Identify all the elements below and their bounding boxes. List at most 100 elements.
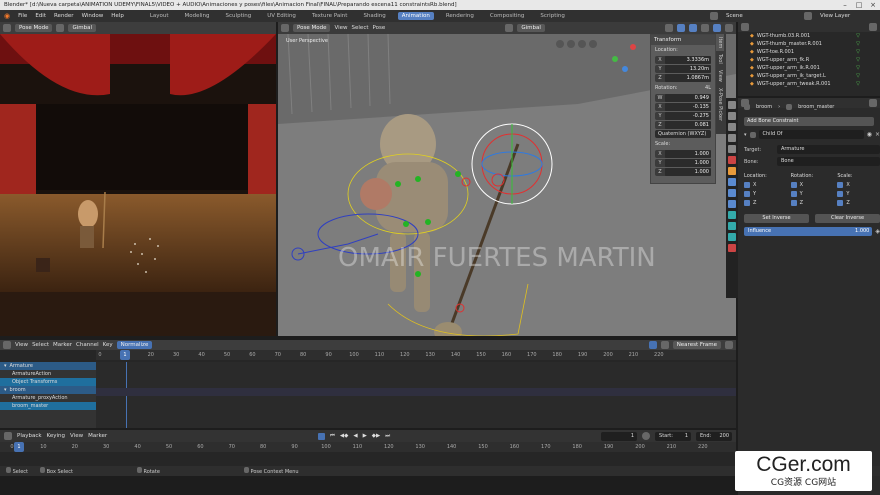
gizmo-y-icon[interactable] (612, 56, 618, 62)
bone-tab-icon[interactable] (728, 222, 736, 230)
collapse-icon[interactable]: ▾ (744, 132, 747, 138)
workspace-tab-modeling[interactable]: Modeling (181, 12, 214, 20)
outliner-row[interactable]: ◆ WGT-toe.R.001 ▽ (738, 48, 880, 56)
constraint-name-field[interactable]: Child Of (758, 130, 864, 139)
menu-view[interactable]: View (334, 25, 347, 31)
scale-x-checkbox[interactable]: X (837, 181, 880, 190)
eye-icon[interactable]: ◉ (867, 131, 872, 138)
location-y-checkbox[interactable]: Y (744, 190, 787, 199)
channel-broom[interactable]: ▾ broom (0, 386, 96, 394)
location-z-field[interactable]: Z 1.0867m (655, 74, 711, 82)
gizmo-z-icon[interactable] (622, 66, 628, 72)
location-x-field[interactable]: X 3.3336m (655, 56, 711, 64)
bone-constraint-tab-icon[interactable] (728, 233, 736, 241)
location-y-field[interactable]: Y 13.20m (655, 65, 711, 73)
world-tab-icon[interactable] (728, 156, 736, 164)
timeline-editor-icon[interactable] (4, 432, 12, 440)
dopesheet-menu-view[interactable]: View (15, 342, 28, 348)
prev-key-icon[interactable]: ◀◆ (340, 433, 348, 439)
camera-view-icon[interactable] (578, 40, 586, 48)
proportional-icon[interactable] (725, 341, 733, 349)
menu-file[interactable]: File (18, 13, 27, 19)
channel-armature-action[interactable]: ArmatureAction (0, 370, 96, 378)
workspace-tab-texture-paint[interactable]: Texture Paint (308, 12, 352, 20)
output-tab-icon[interactable] (728, 123, 736, 131)
navigation-gizmo[interactable] (608, 42, 644, 78)
workspace-tab-shading[interactable]: Shading (359, 12, 389, 20)
next-key-icon[interactable]: ◆▶ (372, 433, 380, 439)
workspace-tab-scripting[interactable]: Scripting (536, 12, 568, 20)
bone-field[interactable]: Bone (777, 157, 880, 166)
gizmo-icon[interactable] (677, 24, 686, 32)
location-x-checkbox[interactable]: X (744, 181, 787, 190)
end-frame-field[interactable]: End: 200 (696, 431, 733, 441)
normalize-toggle[interactable]: Normalize (116, 341, 153, 349)
render-tab-icon[interactable] (728, 112, 736, 120)
tab-xpose-picker[interactable]: X-Pose Picker (716, 85, 724, 124)
rotation-x-field[interactable]: X -0.135 (655, 103, 711, 111)
outliner-row[interactable]: ◆ WGT-thumb_master.R.001 ▽ (738, 40, 880, 48)
pose-mode-dropdown[interactable]: Pose Mode (293, 24, 331, 32)
outliner-row[interactable]: ◆ WGT-upper_arm_ik.R.001 ▽ (738, 64, 880, 72)
rotation-y-checkbox[interactable]: Y (790, 190, 834, 199)
left-orientation-dropdown[interactable]: Gimbal (68, 24, 97, 32)
minimize-icon[interactable]: – (838, 0, 852, 10)
shading-material-icon[interactable] (725, 24, 734, 32)
menu-help[interactable]: Help (111, 13, 124, 19)
workspace-tab-sculpting[interactable]: Sculpting (222, 12, 256, 20)
transform-orientation-icon[interactable] (505, 24, 514, 32)
camera-viewport[interactable]: Pose Mode Gimbal (0, 22, 276, 336)
scale-y-field[interactable]: Y 1.000 (655, 159, 711, 167)
menu-window[interactable]: Window (82, 13, 104, 19)
left-mode-dropdown[interactable]: Pose Mode (15, 24, 53, 32)
rotation-mode-dropdown[interactable]: Quaternion (WXYZ) (655, 130, 711, 138)
xray-icon[interactable] (701, 24, 710, 32)
view-layer-selector[interactable]: View Layer (820, 13, 880, 19)
menu-pose[interactable]: Pose (373, 25, 386, 31)
scene-selector[interactable]: Scene (726, 13, 796, 19)
gizmo-x-icon[interactable] (630, 44, 636, 50)
workspace-tab-rendering[interactable]: Rendering (442, 12, 478, 20)
workspace-tab-uv-editing[interactable]: UV Editing (263, 12, 300, 20)
close-icon[interactable]: × (866, 0, 880, 10)
filter-icon[interactable] (869, 23, 877, 31)
perspective-toggle-icon[interactable] (589, 40, 597, 48)
start-frame-field[interactable]: Start: 1 (655, 431, 692, 441)
dopesheet-keyframe-area[interactable] (96, 362, 736, 428)
menu-edit[interactable]: Edit (35, 13, 46, 19)
timeline-marker-menu[interactable]: Marker (88, 433, 107, 439)
workspace-tab-layout[interactable]: Layout (146, 12, 173, 20)
play-reverse-icon[interactable]: ◀ (353, 433, 357, 439)
orientation-dropdown[interactable]: Gimbal (517, 24, 545, 32)
record-icon[interactable] (317, 432, 325, 440)
object-tab-icon[interactable] (728, 167, 736, 175)
constraint-tab-icon[interactable] (728, 200, 736, 208)
timeline-ruler[interactable]: 0 10 20 30 40 50 60 70 80 90 100 110 120 130 140 150 160… (0, 442, 736, 452)
jump-start-icon[interactable]: ⏮ (330, 433, 335, 440)
add-bone-constraint-button[interactable]: Add Bone Constraint (744, 117, 874, 126)
workspace-tab-animation[interactable]: Animation (397, 12, 434, 20)
timeline-current-frame-indicator[interactable]: 1 (14, 442, 24, 452)
preview-range-icon[interactable] (642, 432, 651, 440)
pan-hand-icon[interactable] (567, 40, 575, 48)
filter-icon[interactable] (648, 341, 657, 349)
tab-tool[interactable]: Tool (716, 51, 724, 67)
jump-end-icon[interactable]: ⏭ (385, 433, 390, 440)
tool-tab-icon[interactable] (728, 101, 736, 109)
modifier-tab-icon[interactable] (728, 178, 736, 186)
outliner-row[interactable]: ◆ WGT-upper_arm_fk.R ▽ (738, 56, 880, 64)
keyframe-influence-icon[interactable]: ◈ (875, 228, 880, 235)
clear-inverse-button[interactable]: Clear Inverse (815, 214, 880, 223)
dopesheet-menu-marker[interactable]: Marker (53, 342, 72, 348)
scale-x-field[interactable]: X 1.000 (655, 150, 711, 158)
playback-menu[interactable]: Playback (17, 433, 42, 439)
material-tab-icon[interactable] (728, 244, 736, 252)
workspace-tab-compositing[interactable]: Compositing (486, 12, 528, 20)
scene-tab-icon[interactable] (728, 145, 736, 153)
outliner-row[interactable]: ◆ WGT-upper_arm_tweak.R.001 ▽ (738, 80, 880, 88)
channel-armature[interactable]: ▾ Armature (0, 362, 96, 370)
shading-solid-icon[interactable] (713, 24, 722, 32)
dopesheet-editor[interactable]: View Select Marker Channel Key Normalize… (0, 340, 736, 428)
outliner-row[interactable]: ◆ WGT-upper_arm_ik_target.L ▽ (738, 72, 880, 80)
scale-y-checkbox[interactable]: Y (837, 190, 880, 199)
